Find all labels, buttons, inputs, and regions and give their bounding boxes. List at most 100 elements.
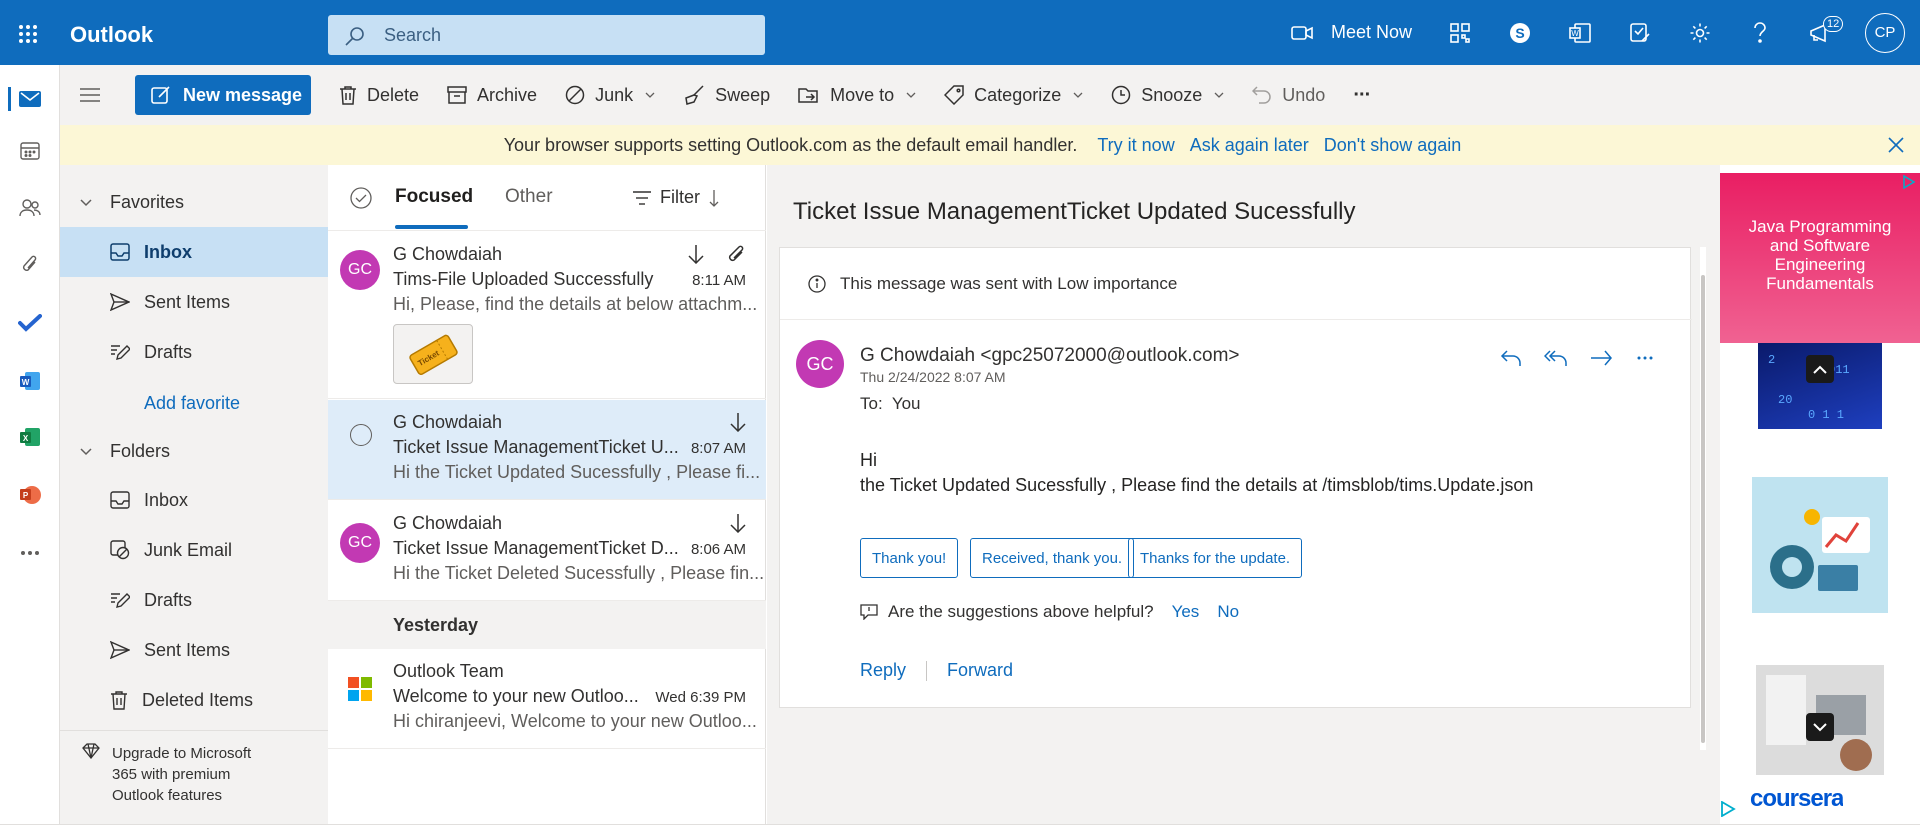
people-icon[interactable] xyxy=(0,188,60,228)
junk-label: Junk xyxy=(595,84,634,105)
new-message-button[interactable]: New message xyxy=(135,75,311,115)
feedback-yes-link[interactable]: Yes xyxy=(1172,602,1200,622)
mail-icon[interactable] xyxy=(0,79,60,119)
try-it-now-link[interactable]: Try it now xyxy=(1097,135,1174,156)
attachment-thumbnail[interactable]: Ticket xyxy=(393,324,473,384)
chevron-down-icon xyxy=(80,447,92,455)
help-icon[interactable] xyxy=(1730,0,1790,65)
favorites-header[interactable]: Favorites xyxy=(80,192,184,213)
todo-icon[interactable] xyxy=(0,303,60,343)
ask-again-later-link[interactable]: Ask again later xyxy=(1190,135,1309,156)
qr-code-icon[interactable] xyxy=(1430,0,1490,65)
word-icon[interactable]: W xyxy=(0,361,60,401)
message-item[interactable]: GC G Chowdaiah Ticket Issue ManagementTi… xyxy=(328,501,766,601)
arrow-down-icon[interactable] xyxy=(730,412,746,432)
office-word-icon[interactable]: W xyxy=(1550,0,1610,65)
dont-show-again-link[interactable]: Don't show again xyxy=(1324,135,1462,156)
search-box[interactable]: Search xyxy=(328,15,765,55)
forward-icon[interactable] xyxy=(1590,348,1614,368)
group-header-yesterday: Yesterday xyxy=(328,601,766,649)
message-item-selected[interactable]: G Chowdaiah Ticket Issue ManagementTicke… xyxy=(328,400,766,500)
select-all-checkbox[interactable] xyxy=(350,187,372,209)
sort-down-icon xyxy=(709,189,719,207)
search-input[interactable]: Search xyxy=(384,25,441,46)
svg-text:W: W xyxy=(22,378,30,387)
ad-banner[interactable]: Java Programming and Software Engineerin… xyxy=(1720,173,1920,343)
suggested-reply-button[interactable]: Thank you! xyxy=(860,538,959,578)
message-item[interactable]: GC G Chowdaiah Tims-File Uploaded Succes… xyxy=(328,232,766,399)
upgrade-promo[interactable]: Upgrade to Microsoft 365 with premium Ou… xyxy=(82,743,251,806)
junk-button[interactable]: Junk xyxy=(565,85,655,106)
suggested-reply-button[interactable]: Received, thank you. xyxy=(970,538,1135,578)
arrow-down-icon[interactable] xyxy=(688,244,704,264)
close-icon[interactable] xyxy=(1888,137,1904,153)
reply-all-icon[interactable] xyxy=(1544,348,1568,368)
avatar[interactable]: GC xyxy=(796,340,844,388)
scroll-down-icon[interactable] xyxy=(1806,713,1834,741)
reply-button[interactable]: Reply xyxy=(860,660,906,681)
settings-gear-icon[interactable] xyxy=(1670,0,1730,65)
calendar-icon[interactable] xyxy=(0,131,60,171)
coursera-logo[interactable]: coursera xyxy=(1750,785,1843,807)
message-time: Wed 6:39 PM xyxy=(655,689,746,706)
account-button[interactable]: CP xyxy=(1850,0,1920,65)
message-preview: Hi, Please, find the details at below at… xyxy=(393,294,758,314)
favorites-item-inbox[interactable]: Inbox xyxy=(60,227,328,277)
notifications-icon[interactable]: 12 xyxy=(1790,0,1850,65)
skype-icon[interactable]: S xyxy=(1490,0,1550,65)
favorites-item-drafts[interactable]: Drafts xyxy=(60,327,328,377)
feedback-no-link[interactable]: No xyxy=(1217,602,1239,622)
folder-item-inbox[interactable]: Inbox xyxy=(60,475,328,525)
reply-icon[interactable] xyxy=(1500,348,1522,368)
to-label: To: xyxy=(860,394,883,413)
adchoices-icon[interactable] xyxy=(1902,175,1916,189)
folder-item-junk[interactable]: Junk Email xyxy=(60,525,328,575)
attachment-icon[interactable] xyxy=(726,244,746,264)
filter-button[interactable]: Filter xyxy=(632,187,720,208)
select-radio[interactable] xyxy=(350,424,372,446)
categorize-button[interactable]: Categorize xyxy=(944,85,1083,106)
forward-button[interactable]: Forward xyxy=(947,660,1013,681)
reading-scrollbar[interactable] xyxy=(1700,247,1706,750)
svg-text:0 1 1: 0 1 1 xyxy=(1808,408,1844,422)
message-item[interactable]: Outlook Team Welcome to your new Outloo.… xyxy=(328,649,766,749)
tab-other[interactable]: Other xyxy=(505,186,553,208)
more-apps-icon[interactable] xyxy=(0,533,60,573)
meet-now-button[interactable]: Meet Now xyxy=(1273,0,1430,65)
archive-button[interactable]: Archive xyxy=(447,85,537,106)
folder-item-sent[interactable]: Sent Items xyxy=(60,625,328,675)
categorize-label: Categorize xyxy=(974,84,1062,105)
app-title[interactable]: Outlook xyxy=(70,22,153,48)
feedback-icon xyxy=(860,604,878,620)
folder-item-deleted[interactable]: Deleted Items xyxy=(60,675,328,725)
app-launcher-icon[interactable] xyxy=(18,24,38,44)
to-value[interactable]: You xyxy=(892,394,921,413)
excel-icon[interactable]: X xyxy=(0,417,60,457)
tab-focused[interactable]: Focused xyxy=(395,186,473,208)
suggested-reply-button[interactable]: Thanks for the update. xyxy=(1128,538,1303,578)
message-from: G Chowdaiah xyxy=(393,412,503,432)
undo-button[interactable]: Undo xyxy=(1252,85,1325,106)
scrollbar-thumb[interactable] xyxy=(1701,275,1705,743)
ad-image-illustration[interactable] xyxy=(1752,477,1888,613)
attach-icon[interactable] xyxy=(0,245,60,285)
favorites-item-sent[interactable]: Sent Items xyxy=(60,277,328,327)
delete-button[interactable]: Delete xyxy=(339,85,419,106)
folders-header[interactable]: Folders xyxy=(80,441,170,462)
more-options-button[interactable]: ··· xyxy=(1353,84,1371,107)
adchoices-icon[interactable] xyxy=(1720,801,1736,817)
more-actions-icon[interactable] xyxy=(1636,348,1654,368)
folder-item-drafts[interactable]: Drafts xyxy=(60,575,328,625)
tasks-edit-icon[interactable] xyxy=(1610,0,1670,65)
sweep-button[interactable]: Sweep xyxy=(683,85,770,106)
filter-icon xyxy=(633,190,651,205)
arrow-down-icon[interactable] xyxy=(730,513,746,533)
sender-name[interactable]: G Chowdaiah <gpc25072000@outlook.com> xyxy=(860,345,1240,367)
folder-pane: Favorites Inbox Sent Items Drafts Add fa… xyxy=(60,165,328,838)
scroll-up-icon[interactable] xyxy=(1806,355,1834,383)
powerpoint-icon[interactable]: P xyxy=(0,475,60,515)
add-favorite-link[interactable]: Add favorite xyxy=(144,393,240,414)
collapse-nav-icon[interactable] xyxy=(60,88,120,102)
snooze-button[interactable]: Snooze xyxy=(1111,85,1224,106)
move-to-button[interactable]: Move to xyxy=(798,85,916,106)
